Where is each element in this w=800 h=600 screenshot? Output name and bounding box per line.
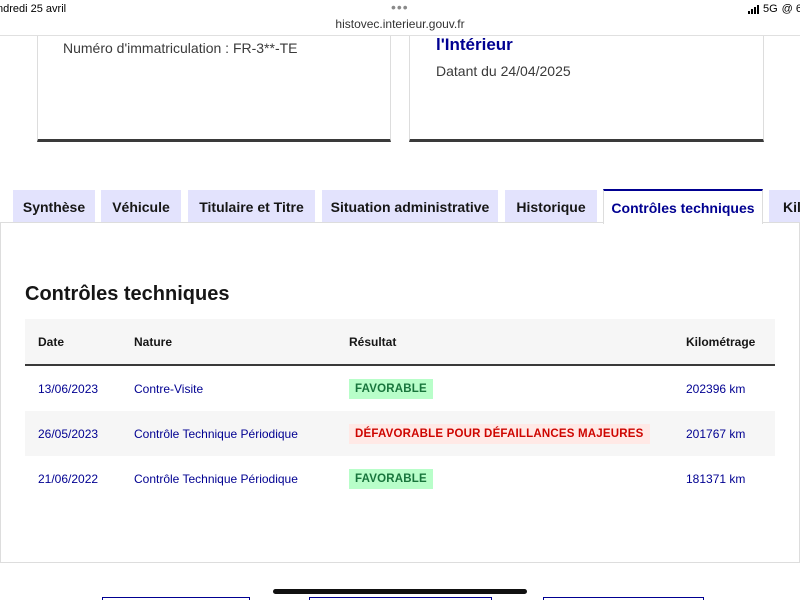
row-km: 201767 km: [686, 426, 746, 441]
status-indicators: 5G @ 6: [747, 3, 800, 15]
column-nature: Nature: [134, 334, 173, 349]
row-date: 21/06/2022: [38, 471, 99, 486]
result-badge-favorable: FAVORABLE: [349, 468, 433, 489]
registration-number: Numéro d'immatriculation : FR-3**-TE: [63, 40, 298, 56]
registration-card: Numéro d'immatriculation : FR-3**-TE: [37, 36, 391, 142]
tab-historique[interactable]: Historique: [505, 190, 597, 223]
home-indicator[interactable]: [273, 589, 527, 594]
row-km: 181371 km: [686, 471, 746, 486]
more-dots-icon[interactable]: •••: [391, 0, 409, 15]
row-nature: Contre-Visite: [134, 381, 204, 396]
result-badge-favorable: FAVORABLE: [349, 378, 433, 399]
column-km: Kilométrage: [686, 334, 756, 349]
row-result: FAVORABLE: [349, 366, 433, 411]
tab-situation-administrative[interactable]: Situation administrative: [322, 190, 498, 223]
controls-table: Date Nature Résultat Kilométrage 13/06/2…: [25, 319, 775, 501]
column-date: Date: [38, 334, 65, 349]
tab-vehicule[interactable]: Véhicule: [101, 190, 181, 223]
table-row: 13/06/2023 Contre-Visite FAVORABLE 20239…: [25, 366, 775, 411]
tab-controles-techniques[interactable]: Contrôles techniques: [603, 189, 763, 224]
status-right-tail: @ 6: [781, 3, 800, 15]
tab-synthese[interactable]: Synthèse: [13, 190, 95, 223]
report-tabs: Synthèse Véhicule Titulaire et Titre Sit…: [0, 189, 800, 224]
table-row: 21/06/2022 Contrôle Technique Périodique…: [25, 456, 775, 501]
status-bar: ndredi 25 avril ••• 5G @ 6: [0, 0, 800, 18]
url-bar[interactable]: histovec.interieur.gouv.fr: [0, 17, 800, 35]
row-result: FAVORABLE: [349, 456, 433, 501]
network-label: 5G: [762, 3, 778, 15]
table-header: Date Nature Résultat Kilométrage: [25, 319, 775, 366]
row-nature: Contrôle Technique Périodique: [134, 471, 298, 486]
signal-icon: [747, 4, 759, 14]
result-badge-defavorable: DÉFAVORABLE POUR DÉFAILLANCES MAJEURES: [349, 423, 650, 444]
row-date: 13/06/2023: [38, 381, 99, 396]
section-title: Contrôles techniques: [25, 283, 230, 305]
source-organization: l'Intérieur: [436, 35, 513, 54]
row-date: 26/05/2023: [38, 426, 99, 441]
row-nature: Contrôle Technique Périodique: [134, 426, 298, 441]
tab-kilometrage[interactable]: Kil: [769, 190, 800, 223]
tab-titulaire[interactable]: Titulaire et Titre: [188, 190, 315, 223]
row-result: DÉFAVORABLE POUR DÉFAILLANCES MAJEURES: [349, 411, 650, 456]
source-card: l'Intérieur Datant du 24/04/2025: [409, 35, 764, 142]
status-date: ndredi 25 avril: [0, 3, 67, 15]
column-result: Résultat: [349, 334, 397, 349]
row-km: 202396 km: [686, 381, 746, 396]
table-row: 26/05/2023 Contrôle Technique Périodique…: [25, 411, 775, 456]
source-date: Datant du 24/04/2025: [436, 63, 571, 79]
